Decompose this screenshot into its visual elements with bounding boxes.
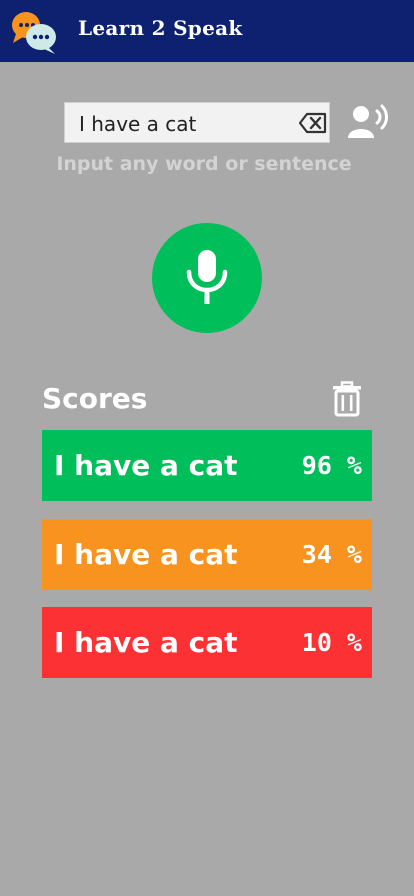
- score-percent: 34 %: [301, 540, 362, 569]
- app-header: Learn 2 Speak: [0, 0, 414, 62]
- trash-icon[interactable]: [331, 381, 363, 417]
- backspace-icon[interactable]: [299, 112, 327, 134]
- app-title: Learn 2 Speak: [78, 16, 243, 40]
- chat-bubbles-icon: [12, 12, 56, 54]
- score-percent: 10 %: [301, 628, 362, 657]
- speaker-person-icon[interactable]: [347, 104, 389, 140]
- microphone-icon: [186, 250, 228, 304]
- score-sentence: I have a cat: [54, 449, 238, 482]
- input-hint: Input any word or sentence: [56, 153, 352, 175]
- score-percent: 96 %: [301, 451, 362, 480]
- sentence-input[interactable]: [79, 103, 289, 144]
- scores-heading: Scores: [42, 382, 148, 415]
- score-row[interactable]: I have a cat 96 %: [42, 430, 372, 501]
- score-sentence: I have a cat: [54, 538, 238, 571]
- score-row[interactable]: I have a cat 10 %: [42, 607, 372, 678]
- score-sentence: I have a cat: [54, 626, 238, 659]
- score-row[interactable]: I have a cat 34 %: [42, 519, 372, 590]
- sentence-input-box[interactable]: [64, 102, 330, 144]
- record-button[interactable]: [152, 223, 262, 333]
